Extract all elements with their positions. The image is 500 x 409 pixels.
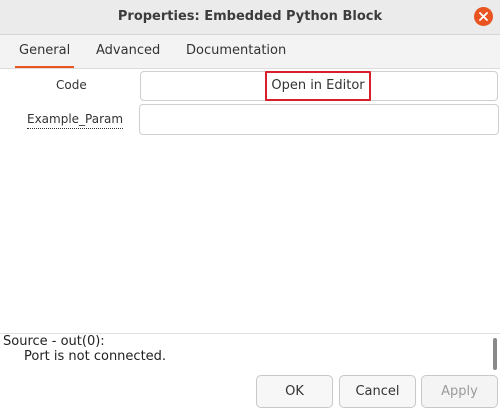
- tab-general[interactable]: General: [14, 35, 75, 68]
- tab-advanced[interactable]: Advanced: [96, 35, 160, 67]
- close-icon: [479, 12, 488, 21]
- apply-button[interactable]: Apply: [421, 375, 498, 408]
- status-scrollbar[interactable]: [493, 338, 497, 370]
- title-bar: Properties: Embedded Python Block: [0, 0, 500, 35]
- ok-button[interactable]: OK: [256, 375, 333, 408]
- tab-bar: General Advanced Documentation: [0, 35, 500, 69]
- example-param-label: Example_Param: [27, 112, 124, 129]
- example-param-input[interactable]: [139, 104, 499, 135]
- cancel-button[interactable]: Cancel: [339, 375, 416, 408]
- status-title: Source - out(0):: [3, 334, 105, 349]
- open-in-editor-button[interactable]: Open in Editor: [265, 71, 371, 101]
- window-title: Properties: Embedded Python Block: [117, 9, 383, 24]
- tab-documentation[interactable]: Documentation: [186, 35, 286, 67]
- code-label: Code: [56, 78, 87, 92]
- status-message: Port is not connected.: [24, 349, 167, 364]
- close-button[interactable]: [474, 7, 493, 26]
